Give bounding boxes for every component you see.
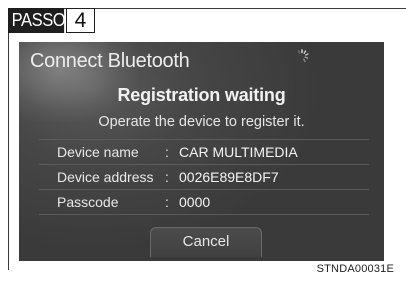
colon-separator: : <box>165 169 169 185</box>
registration-status-title: Registration waiting <box>117 85 286 105</box>
device-address-value: 0026E89E8DF7 <box>179 169 279 185</box>
device-name-label: Device name <box>57 144 139 160</box>
device-name-value: CAR MULTIMEDIA <box>179 144 298 160</box>
step-label: PASSO <box>8 8 66 33</box>
image-reference-code: STNDA00031E <box>316 263 394 275</box>
passcode-value: 0000 <box>179 194 211 210</box>
page-frame-left <box>8 8 9 270</box>
device-address-row: Device address : 0026E89E8DF7 <box>39 165 369 190</box>
colon-separator: : <box>165 144 169 160</box>
step-header: PASSO 4 <box>8 8 95 33</box>
instruction-text: Operate the device to register it. <box>98 114 305 130</box>
step-number: 4 <box>66 8 95 33</box>
colon-separator: : <box>165 194 169 210</box>
device-name-row: Device name : CAR MULTIMEDIA <box>39 139 369 165</box>
device-address-label: Device address <box>57 169 154 185</box>
passcode-row: Passcode : 0000 <box>39 190 369 215</box>
screen-title: Connect Bluetooth <box>30 50 190 72</box>
device-info-table: Device name : CAR MULTIMEDIA Device addr… <box>39 139 369 215</box>
spinner-icon <box>297 49 309 63</box>
passcode-label: Passcode <box>57 194 119 210</box>
cancel-button[interactable]: Cancel <box>150 227 262 257</box>
bluetooth-screen: Connect Bluetooth Registration waiting O… <box>19 42 384 261</box>
